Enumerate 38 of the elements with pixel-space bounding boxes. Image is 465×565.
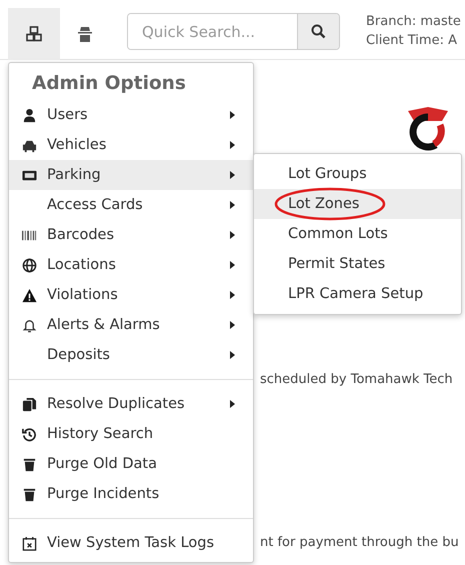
warning-icon bbox=[22, 288, 36, 302]
user-icon bbox=[22, 108, 36, 122]
body-text: scheduled by Tomahawk Tech bbox=[260, 371, 454, 389]
menu-item[interactable]: History Search bbox=[9, 419, 253, 449]
menu-item[interactable]: Barcodes bbox=[9, 220, 253, 250]
cubes-icon bbox=[26, 26, 42, 42]
menu-item[interactable]: Alerts & Alarms bbox=[9, 310, 253, 340]
search-icon bbox=[311, 24, 326, 39]
menu-item[interactable]: Purge Incidents bbox=[9, 479, 253, 509]
menu-item[interactable]: Deposits bbox=[9, 340, 253, 370]
submenu-item[interactable]: Lot Groups bbox=[254, 159, 461, 189]
modules-button[interactable] bbox=[8, 8, 60, 60]
trash-icon bbox=[22, 456, 36, 472]
bell-icon bbox=[22, 318, 36, 332]
menu-item[interactable]: Access Cards bbox=[9, 190, 253, 220]
globe-icon bbox=[22, 258, 36, 272]
menu-item[interactable]: Parking bbox=[9, 160, 253, 190]
menu-item[interactable]: Locations bbox=[9, 250, 253, 280]
menu-item[interactable]: View System Task Logs bbox=[9, 528, 253, 558]
copy-icon bbox=[22, 396, 36, 412]
submenu-item[interactable]: Permit States bbox=[254, 249, 461, 279]
search-field[interactable]: Quick Search... bbox=[127, 13, 340, 50]
history-icon bbox=[22, 426, 36, 442]
menu-item[interactable]: Vehicles bbox=[9, 130, 253, 160]
body-text: nt for payment through the bu bbox=[260, 534, 460, 552]
menu-item[interactable]: Resolve Duplicates bbox=[9, 389, 253, 419]
menu-item[interactable]: Violations bbox=[9, 280, 253, 310]
calendar-icon bbox=[22, 536, 36, 550]
submenu-item[interactable]: LPR Camera Setup bbox=[254, 279, 461, 309]
menu-title: Admin Options bbox=[31, 72, 187, 96]
branch-text: Branch: maste bbox=[366, 13, 461, 31]
client-time-text: Client Time: A bbox=[366, 32, 458, 50]
submenu-item[interactable]: Lot Zones bbox=[254, 189, 461, 219]
trash-icon bbox=[22, 486, 36, 502]
menu-item[interactable]: Purge Old Data bbox=[9, 449, 253, 479]
submenu-item[interactable]: Common Lots bbox=[254, 219, 461, 249]
search-button[interactable] bbox=[297, 14, 339, 49]
menu-item[interactable]: Users bbox=[9, 100, 253, 130]
